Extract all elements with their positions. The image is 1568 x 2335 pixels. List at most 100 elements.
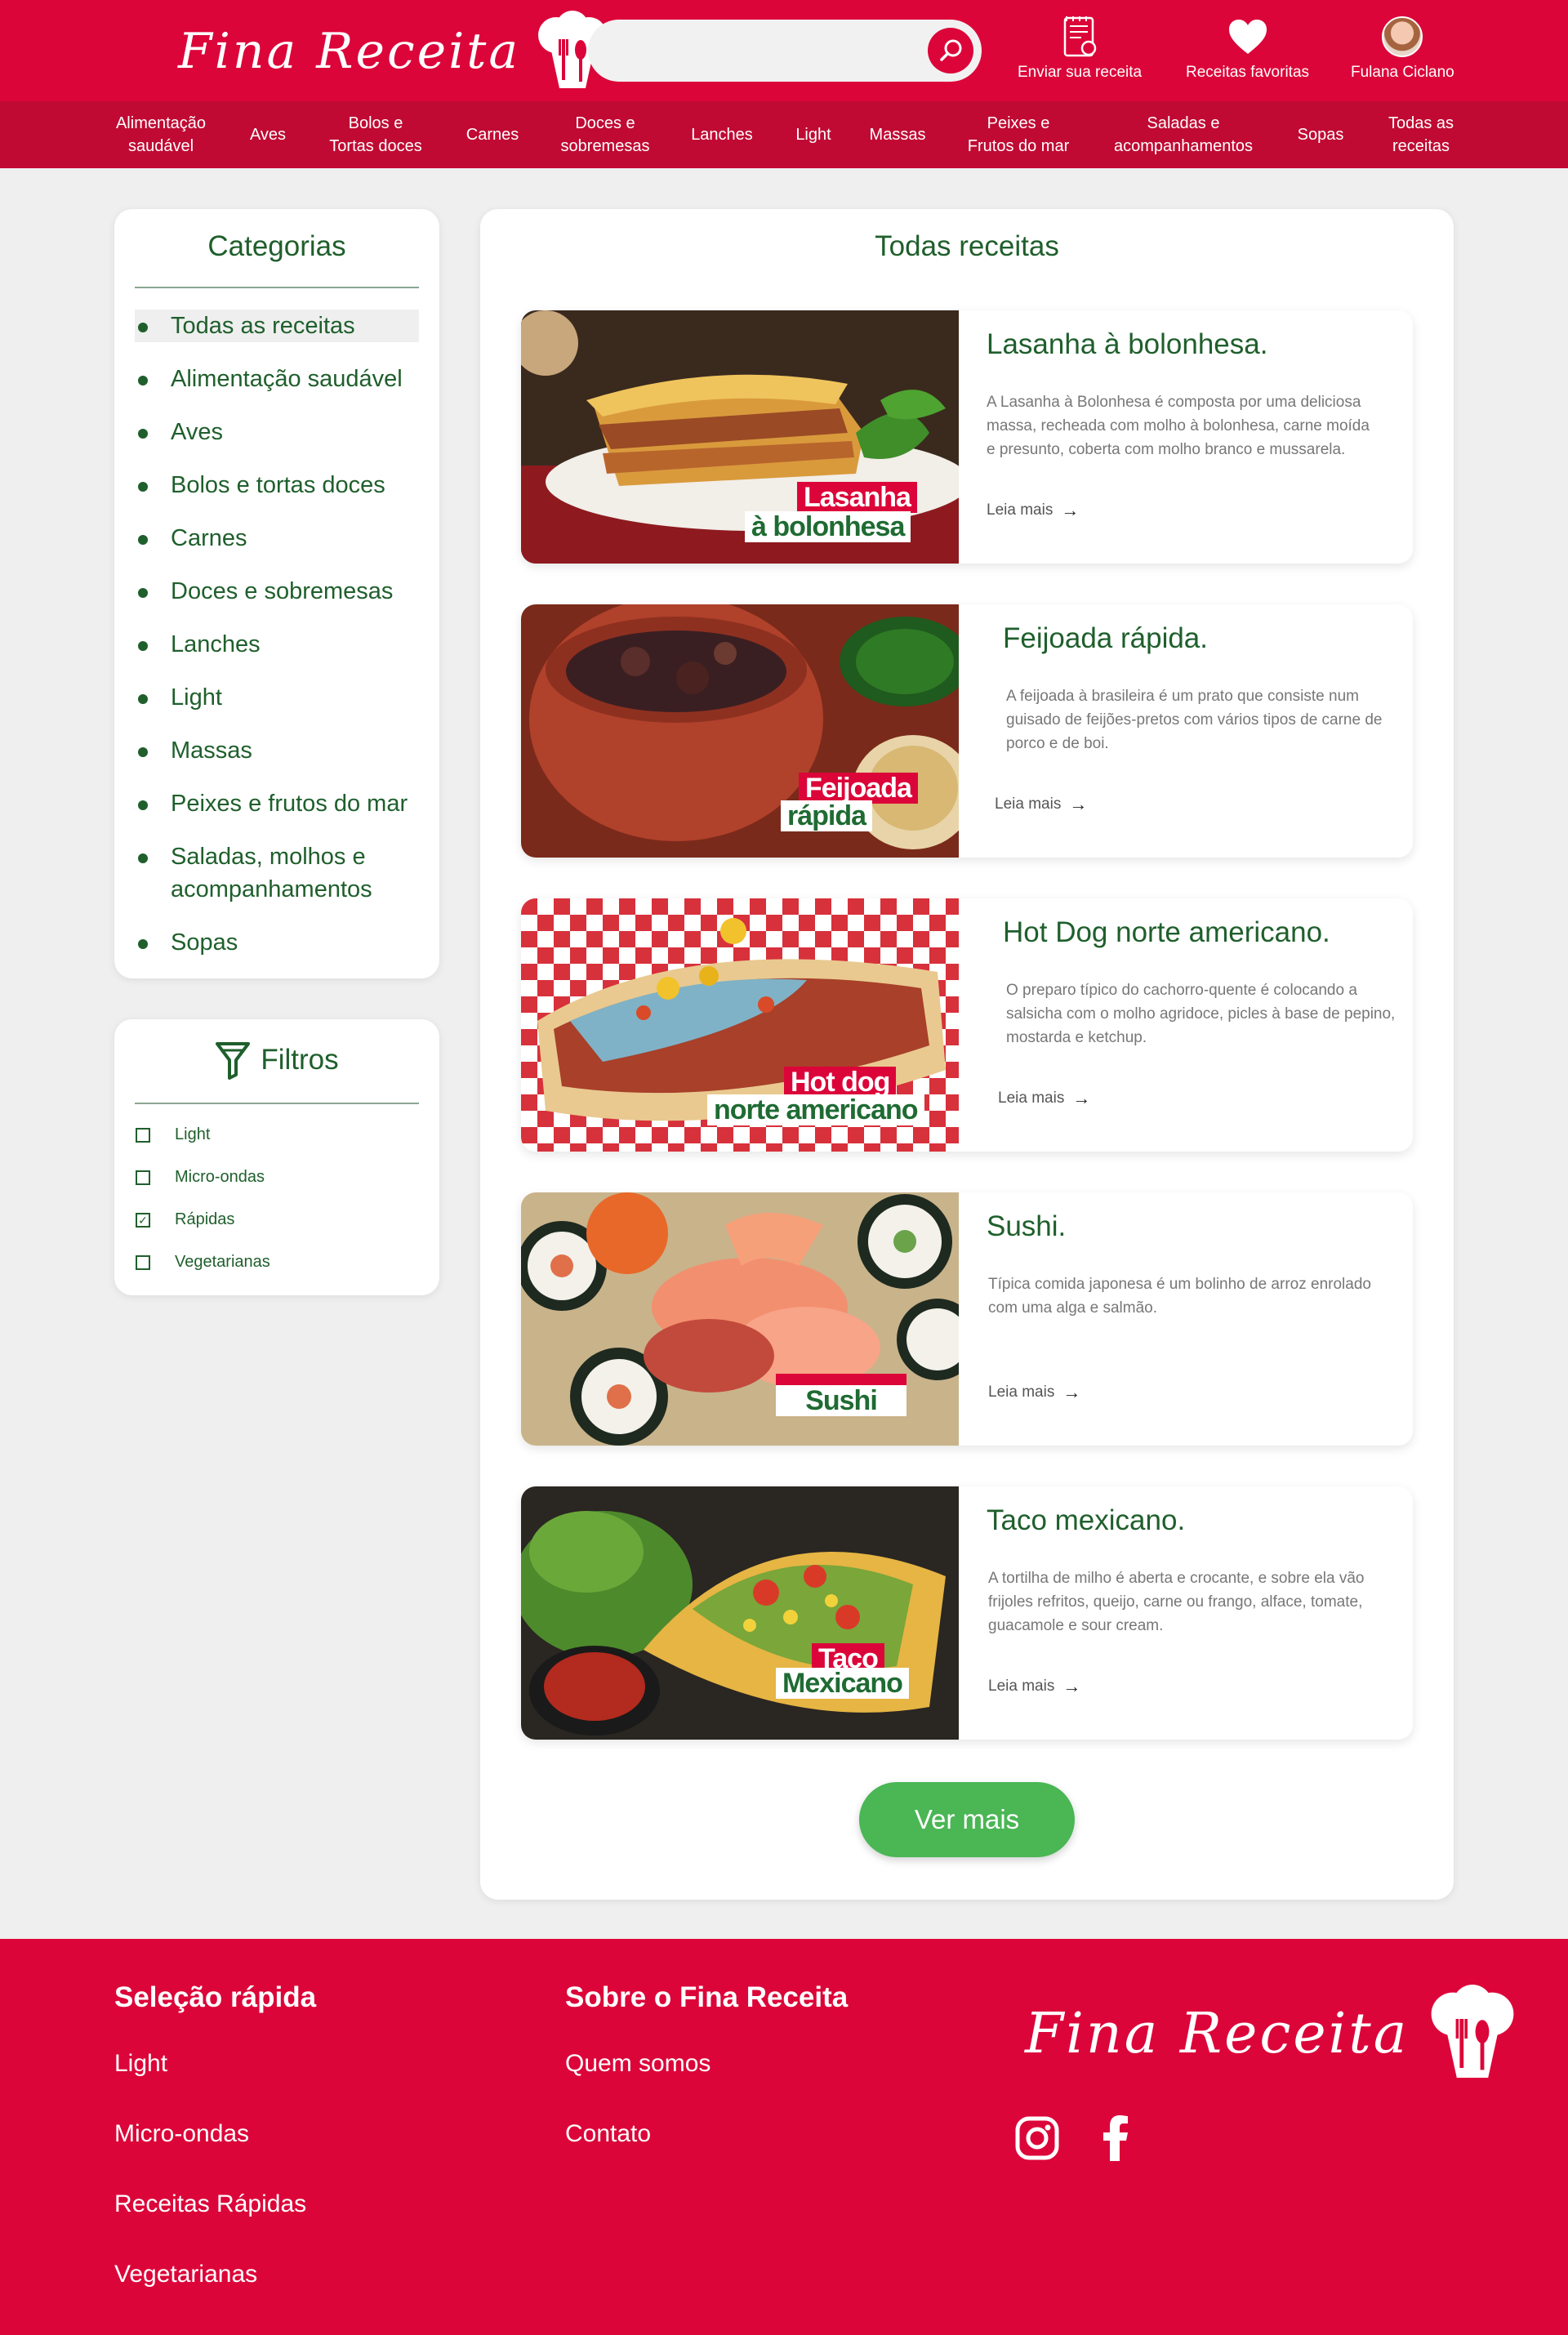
- categories-title: Categorias: [207, 230, 346, 262]
- footer-link-rapidas[interactable]: Receitas Rápidas: [114, 2190, 306, 2218]
- nav-item-alimentacao-saudavel[interactable]: Alimentação saudável: [116, 101, 206, 168]
- image-label-line2: Sushi: [776, 1385, 906, 1416]
- category-item-todas[interactable]: Todas as receitas: [135, 310, 419, 342]
- nav-item-light[interactable]: Light: [795, 101, 831, 168]
- recipe-book-icon: [1063, 16, 1097, 57]
- arrow-right-icon: →: [1072, 1088, 1091, 1108]
- funnel-icon: [216, 1042, 251, 1080]
- nav-item-doces[interactable]: Doces e sobremesas: [561, 101, 650, 168]
- category-item-lanches[interactable]: Lanches: [135, 628, 419, 661]
- recipes-title: Todas receitas: [875, 230, 1059, 262]
- brand-logo[interactable]: Fina Receita: [178, 8, 613, 95]
- filter-vegetarianas[interactable]: Vegetarianas: [136, 1253, 270, 1272]
- image-label-line2: rápida: [781, 800, 873, 831]
- category-item-doces[interactable]: Doces e sobremesas: [135, 575, 419, 608]
- recipe-image-sushi[interactable]: Sushi: [521, 1192, 959, 1446]
- filter-light[interactable]: Light: [136, 1125, 210, 1144]
- image-label-line2: à bolonhesa: [745, 511, 911, 542]
- category-item-aves[interactable]: Aves: [135, 416, 419, 448]
- facebook-link[interactable]: [1101, 2115, 1130, 2165]
- recipe-card[interactable]: Feijoada rápida Feijoada rápida. A feijo…: [521, 604, 1413, 858]
- recipe-title[interactable]: Feijoada rápida.: [1003, 622, 1208, 655]
- arrow-right-icon: →: [1069, 794, 1088, 814]
- search-button[interactable]: [928, 28, 973, 74]
- filters-title: Filtros: [261, 1044, 339, 1076]
- footer-link-vegetarianas[interactable]: Vegetarianas: [114, 2261, 257, 2288]
- footer-brand-name: Fina Receita: [1025, 2001, 1410, 2066]
- footer-brand-logo[interactable]: Fina Receita: [1025, 1985, 1521, 2083]
- nav-item-massas[interactable]: Massas: [870, 101, 926, 168]
- nav-item-bolos[interactable]: Bolos e Tortas doces: [329, 101, 421, 168]
- footer-link-contato[interactable]: Contato: [565, 2120, 651, 2148]
- read-more-link[interactable]: Leia mais →: [998, 1088, 1090, 1109]
- recipe-title[interactable]: Taco mexicano.: [987, 1504, 1185, 1537]
- recipe-description: A Lasanha à Bolonhesa é composta por uma…: [987, 394, 1370, 458]
- nav-item-carnes[interactable]: Carnes: [466, 101, 519, 168]
- read-more-link[interactable]: Leia mais →: [987, 500, 1079, 521]
- recipe-title[interactable]: Lasanha à bolonhesa.: [987, 328, 1267, 361]
- search-input[interactable]: [588, 20, 982, 82]
- checkbox-checked-icon[interactable]: ✓: [136, 1212, 150, 1228]
- recipe-card[interactable]: Sushi Sushi. Típica comida japonesa é um…: [521, 1192, 1413, 1446]
- recipe-card[interactable]: Lasanha à bolonhesa Lasanha à bolonhesa.…: [521, 310, 1413, 564]
- search-icon: [940, 39, 962, 61]
- category-item-sopas[interactable]: Sopas: [135, 926, 419, 959]
- instagram-link[interactable]: [1014, 2115, 1060, 2165]
- read-more-label: Leia mais: [987, 501, 1054, 519]
- footer-link-micro-ondas[interactable]: Micro-ondas: [114, 2120, 249, 2148]
- recipe-description: A tortilha de milho é aberta e crocante,…: [988, 1570, 1365, 1634]
- heart-icon: [1228, 20, 1267, 54]
- nav-item-peixes[interactable]: Peixes e Frutos do mar: [968, 101, 1069, 168]
- load-more-button[interactable]: Ver mais: [859, 1782, 1075, 1857]
- footer-about-title: Sobre o Fina Receita: [565, 1981, 849, 2013]
- image-label-line1: [776, 1374, 906, 1385]
- footer-link-quem-somos[interactable]: Quem somos: [565, 2050, 710, 2078]
- filter-label: Micro-ondas: [175, 1168, 265, 1186]
- nav-item-sopas[interactable]: Sopas: [1298, 101, 1344, 168]
- filters-header: Filtros: [114, 1041, 439, 1080]
- filters-divider: [135, 1103, 419, 1104]
- category-item-peixes[interactable]: Peixes e frutos do mar: [135, 787, 419, 820]
- recipe-image-feijoada[interactable]: Feijoada rápida: [521, 604, 959, 858]
- nav-item-aves[interactable]: Aves: [250, 101, 286, 168]
- recipe-image-hot-dog[interactable]: Hot dog norte americano: [521, 898, 959, 1152]
- nav-item-lanches[interactable]: Lanches: [691, 101, 753, 168]
- recipe-card[interactable]: Taco Mexicano Taco mexicano. A tortilha …: [521, 1486, 1413, 1740]
- filter-micro-ondas[interactable]: Micro-ondas: [136, 1168, 265, 1187]
- category-item-light[interactable]: Light: [135, 681, 419, 714]
- read-more-label: Leia mais: [988, 1678, 1055, 1695]
- checkbox-icon[interactable]: [136, 1254, 150, 1270]
- filter-rapidas[interactable]: ✓ Rápidas: [136, 1210, 234, 1229]
- recipe-title[interactable]: Hot Dog norte americano.: [1003, 916, 1330, 949]
- send-recipe-button[interactable]: Enviar sua receita: [1018, 15, 1142, 82]
- read-more-link[interactable]: Leia mais →: [995, 794, 1087, 815]
- read-more-link[interactable]: Leia mais →: [988, 1676, 1080, 1697]
- arrow-right-icon: →: [1062, 1382, 1081, 1402]
- site-footer: Seleção rápida Light Micro-ondas Receita…: [0, 1939, 1568, 2335]
- recipe-card[interactable]: Hot dog norte americano Hot Dog norte am…: [521, 898, 1413, 1152]
- arrow-right-icon: →: [1061, 500, 1080, 520]
- footer-link-light[interactable]: Light: [114, 2050, 167, 2078]
- search-bar: [588, 20, 982, 82]
- image-label-line1: Hot dog: [784, 1067, 897, 1098]
- filter-label: Vegetarianas: [175, 1253, 270, 1271]
- recipe-image-taco[interactable]: Taco Mexicano: [521, 1486, 959, 1740]
- user-profile-button[interactable]: Fulana Ciclano: [1351, 15, 1454, 82]
- read-more-link[interactable]: Leia mais →: [988, 1382, 1080, 1403]
- send-recipe-label: Enviar sua receita: [1018, 64, 1143, 81]
- category-item-carnes[interactable]: Carnes: [135, 522, 419, 555]
- checkbox-icon[interactable]: [136, 1127, 150, 1143]
- nav-item-todas[interactable]: Todas as receitas: [1388, 101, 1454, 168]
- category-item-massas[interactable]: Massas: [135, 734, 419, 767]
- category-item-alimentacao[interactable]: Alimentação saudável: [135, 363, 419, 395]
- checkbox-icon[interactable]: [136, 1170, 150, 1185]
- filter-label: Light: [175, 1125, 211, 1143]
- nav-item-saladas[interactable]: Saladas e acompanhamentos: [1114, 101, 1253, 168]
- recipe-image-lasanha[interactable]: Lasanha à bolonhesa: [521, 310, 959, 564]
- category-item-bolos[interactable]: Bolos e tortas doces: [135, 469, 419, 501]
- favorites-button[interactable]: Receitas favoritas: [1186, 15, 1309, 82]
- recipe-title[interactable]: Sushi.: [987, 1210, 1066, 1243]
- instagram-icon: [1015, 2116, 1059, 2160]
- image-label-line1: Feijoada: [799, 773, 918, 804]
- category-item-saladas[interactable]: Saladas, molhos e acompanhamentos: [135, 840, 419, 906]
